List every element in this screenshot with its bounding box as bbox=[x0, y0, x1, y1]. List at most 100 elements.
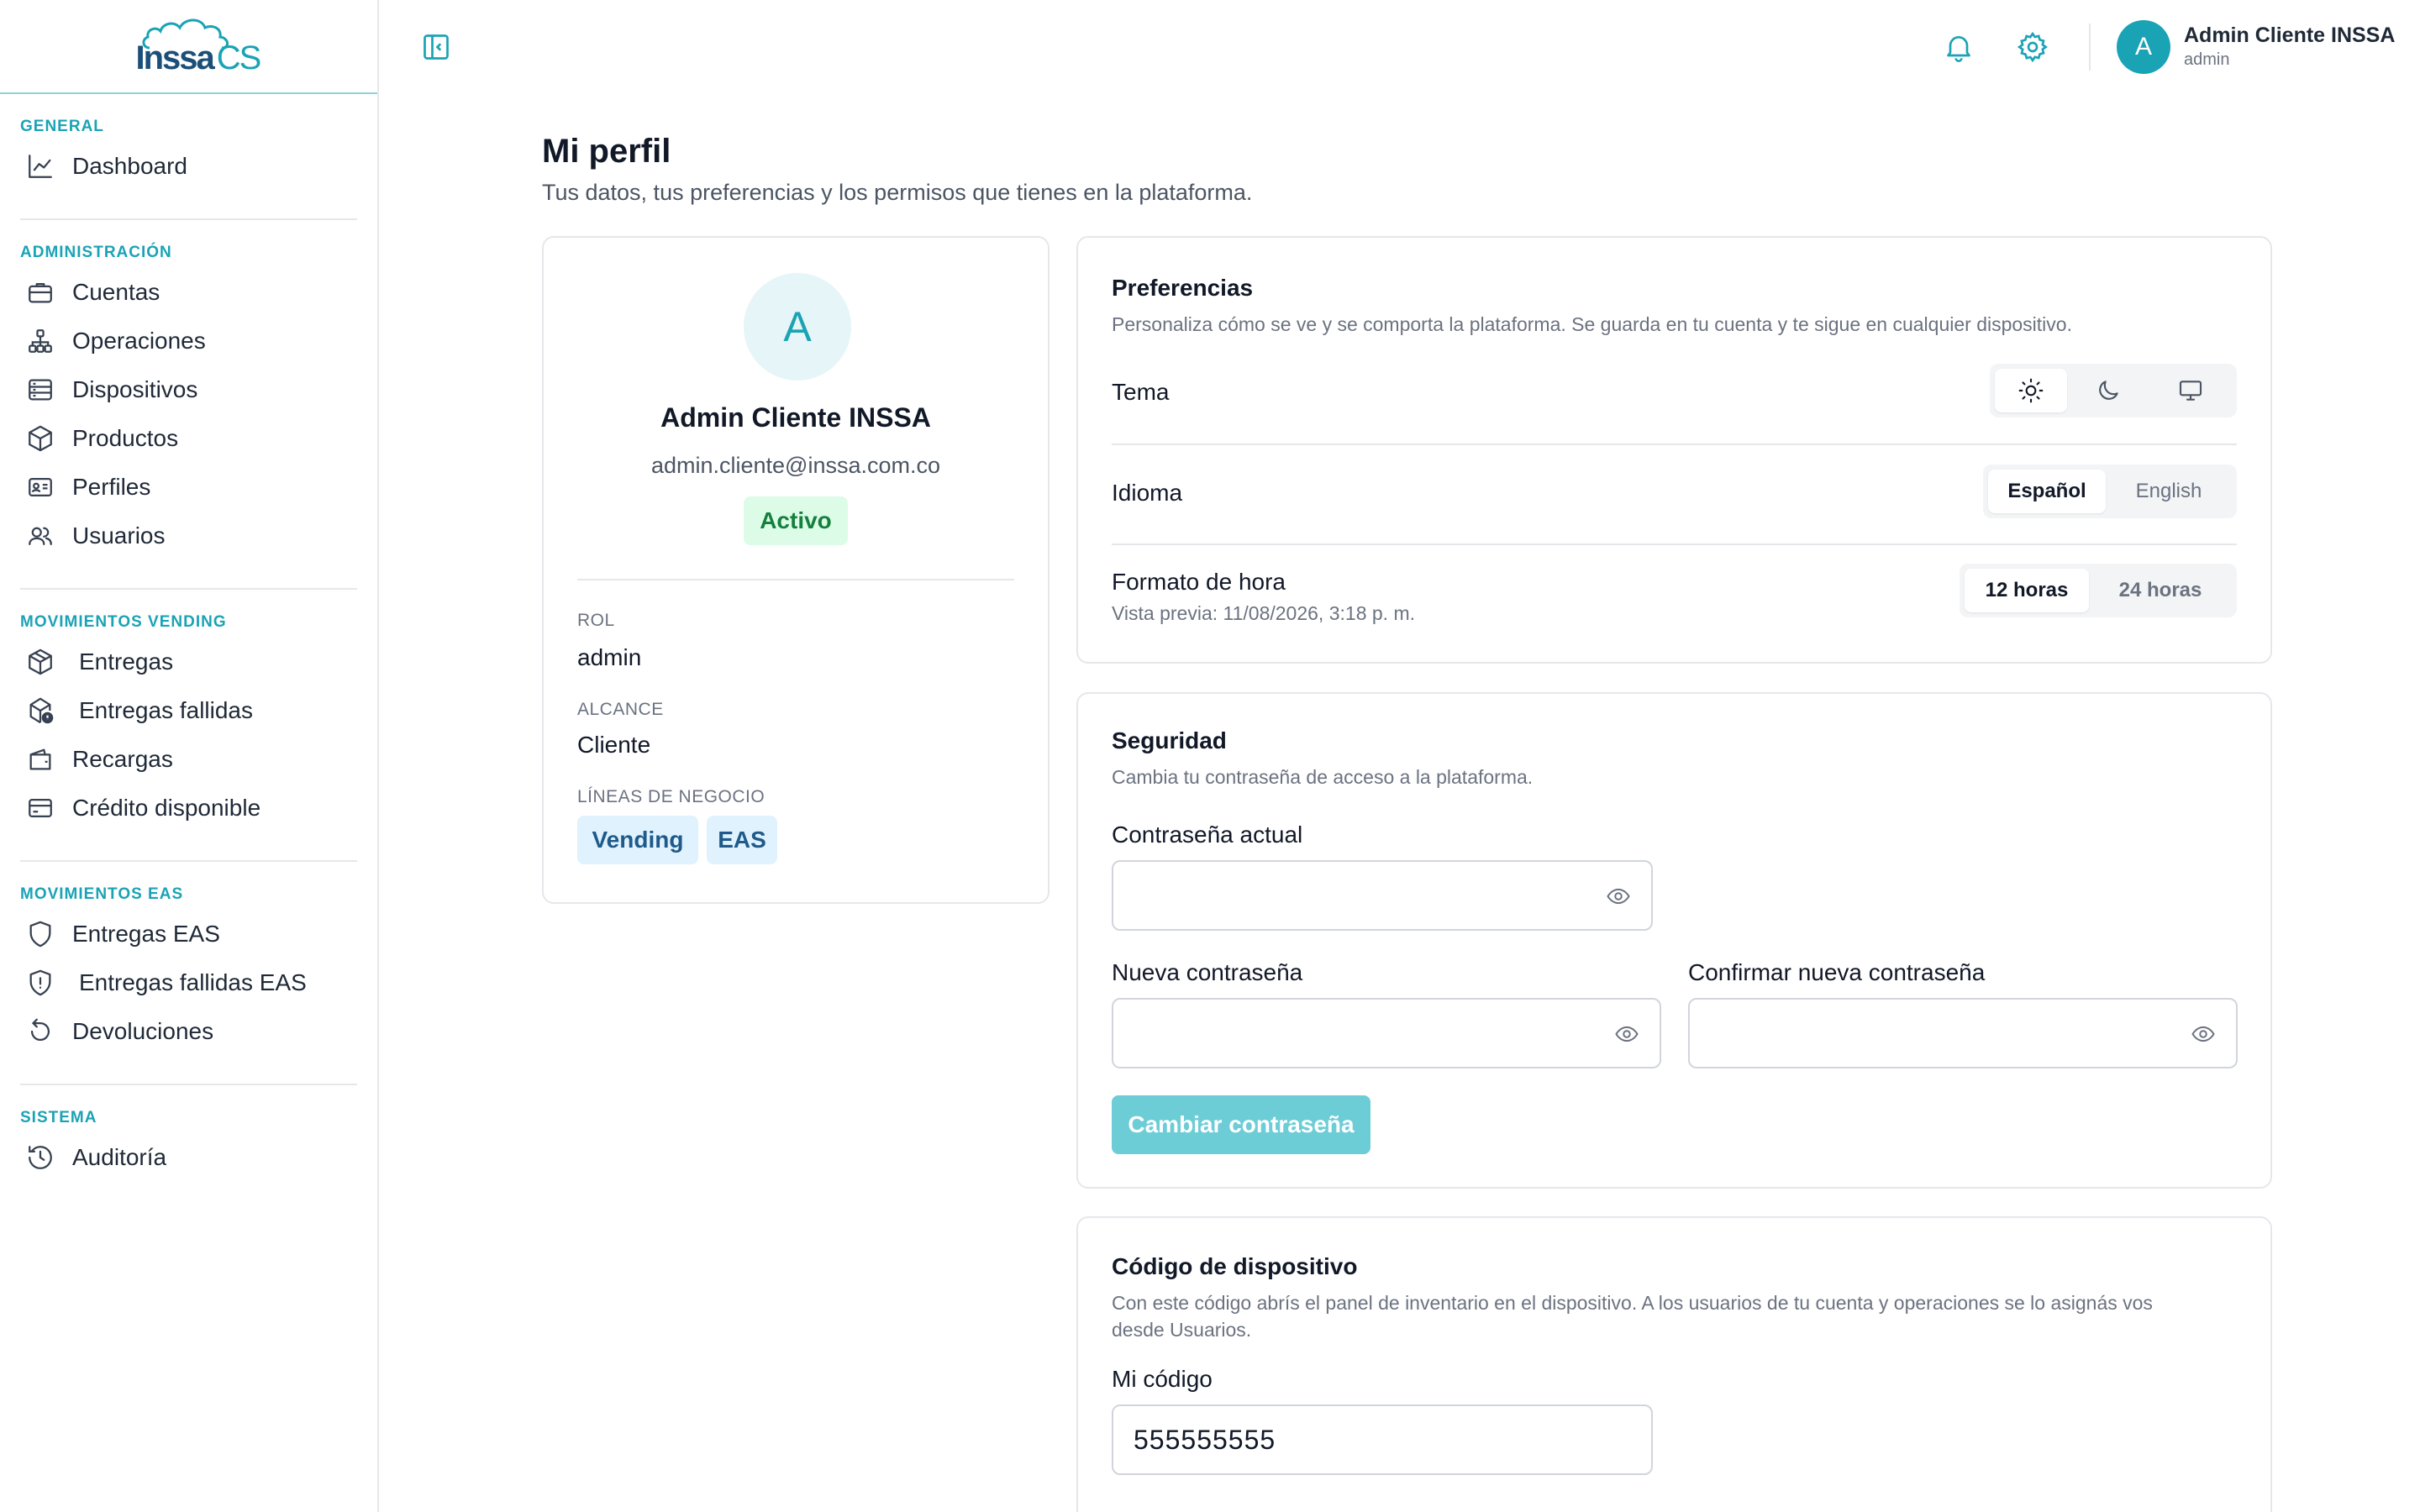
eye-icon[interactable] bbox=[1612, 1021, 1641, 1047]
scope-label: ALCANCE bbox=[577, 700, 664, 719]
confirm-password-input[interactable] bbox=[1688, 998, 2238, 1068]
time-format-selector: 12 horas 24 horas bbox=[1960, 564, 2237, 617]
divider bbox=[1112, 543, 2237, 545]
moon-icon[interactable] bbox=[2067, 369, 2149, 412]
box-icon bbox=[25, 423, 55, 454]
role-label: ROL bbox=[577, 611, 615, 630]
security-subtitle: Cambia tu contraseña de acceso a la plat… bbox=[1112, 766, 1534, 788]
time-format-preview: Vista previa: 11/08/2026, 3:18 p. m. bbox=[1112, 602, 1415, 624]
logo[interactable]: Inssa CS bbox=[134, 14, 261, 78]
confirm-password-label: Confirmar nueva contraseña bbox=[1688, 959, 1986, 985]
preferences-subtitle: Personaliza cómo se ve y se comporta la … bbox=[1112, 313, 2072, 335]
time-option-24h[interactable]: 24 horas bbox=[2089, 569, 2232, 612]
profile-name: Admin Cliente INSSA bbox=[660, 402, 931, 433]
network-icon bbox=[25, 326, 55, 356]
bell-icon[interactable] bbox=[1942, 30, 1975, 64]
sidebar-item-label: Entregas bbox=[79, 648, 174, 675]
sidebar-item-label: Entregas EAS bbox=[72, 921, 220, 947]
eye-icon[interactable] bbox=[2189, 1021, 2217, 1047]
sidebar-item-label: Devoluciones bbox=[72, 1018, 214, 1044]
page-subtitle: Tus datos, tus preferencias y los permis… bbox=[542, 180, 1253, 205]
time-option-12h[interactable]: 12 horas bbox=[1965, 569, 2089, 612]
credit-card-icon bbox=[25, 793, 55, 823]
role-value: admin bbox=[577, 644, 642, 670]
business-lines-label: LÍNEAS DE NEGOCIO bbox=[577, 787, 765, 806]
business-line-chip: Vending bbox=[577, 816, 698, 864]
sidebar-item-auditoria[interactable]: Auditoría bbox=[20, 1124, 357, 1191]
preferences-title: Preferencias bbox=[1112, 275, 1254, 301]
sidebar-item-label: Perfiles bbox=[72, 474, 151, 500]
sidebar-item-label: Entregas fallidas EAS bbox=[79, 969, 307, 995]
device-code-title: Código de dispositivo bbox=[1112, 1253, 1358, 1279]
header-divider bbox=[2089, 24, 2091, 71]
nav-section-sistema: SISTEMA Auditoría bbox=[20, 1085, 357, 1210]
monitor-icon[interactable] bbox=[2149, 369, 2232, 412]
security-card: Seguridad Cambia tu contraseña de acceso… bbox=[1076, 692, 2272, 1189]
sidebar-item-label: Auditoría bbox=[72, 1144, 167, 1170]
device-code-input[interactable]: 555555555 bbox=[1112, 1404, 1653, 1475]
user-name[interactable]: Admin Cliente INSSA bbox=[2184, 24, 2395, 48]
time-format-label: Formato de hora bbox=[1112, 569, 1286, 595]
server-icon bbox=[25, 375, 55, 405]
sidebar-item-dashboard[interactable]: Dashboard bbox=[20, 133, 357, 200]
page-title: Mi perfil bbox=[542, 133, 671, 170]
device-code-value: 555555555 bbox=[1134, 1425, 1276, 1455]
nav-section-administracion: ADMINISTRACIÓN Cuentas Operaciones Dispo… bbox=[20, 220, 357, 590]
my-code-label: Mi código bbox=[1112, 1366, 1213, 1392]
nav-section-movimientos-vending: MOVIMIENTOS VENDING Entregas Entregas fa… bbox=[20, 590, 357, 862]
language-selector: Español English bbox=[1983, 465, 2237, 518]
package-alert-icon bbox=[25, 696, 55, 726]
chart-line-icon bbox=[25, 151, 55, 181]
sidebar-item-usuarios[interactable]: Usuarios bbox=[20, 502, 357, 570]
sidebar-item-label: Dashboard bbox=[72, 153, 187, 179]
users-icon bbox=[25, 521, 55, 551]
id-card-icon bbox=[25, 472, 55, 502]
sidebar-nav: GENERAL Dashboard ADMINISTRACIÓN Cuentas bbox=[0, 94, 377, 1210]
sidebar-item-label: Dispositivos bbox=[72, 376, 198, 402]
sidebar-item-devoluciones[interactable]: Devoluciones bbox=[20, 998, 357, 1065]
current-password-input[interactable] bbox=[1112, 860, 1653, 931]
new-password-input[interactable] bbox=[1112, 998, 1661, 1068]
sidebar-item-label: Cuentas bbox=[72, 279, 160, 305]
wallet-icon bbox=[25, 744, 55, 774]
package-icon bbox=[25, 647, 55, 677]
nav-section-movimientos-eas: MOVIMIENTOS EAS Entregas EAS Entregas fa… bbox=[20, 862, 357, 1085]
eye-icon[interactable] bbox=[1604, 884, 1633, 909]
sidebar-item-label: Operaciones bbox=[72, 328, 206, 354]
preferences-card: Preferencias Personaliza cómo se ve y se… bbox=[1076, 236, 2272, 664]
sidebar-item-credito-disponible[interactable]: Crédito disponible bbox=[20, 774, 357, 842]
profile-card: A Admin Cliente INSSA admin.cliente@inss… bbox=[542, 236, 1050, 904]
profile-email: admin.cliente@inssa.com.co bbox=[650, 453, 941, 478]
theme-label: Tema bbox=[1112, 379, 1170, 405]
undo-icon bbox=[25, 1016, 55, 1047]
status-badge: Activo bbox=[744, 496, 848, 545]
sidebar-item-label: Productos bbox=[72, 425, 179, 451]
language-option-en[interactable]: English bbox=[2106, 470, 2232, 513]
sidebar-item-label: Entregas fallidas bbox=[79, 697, 254, 723]
top-header: A Admin Cliente INSSA admin bbox=[379, 0, 2420, 94]
gear-icon[interactable] bbox=[2016, 30, 2049, 64]
sidebar-item-label: Recargas bbox=[72, 746, 173, 772]
current-password-label: Contraseña actual bbox=[1112, 822, 1303, 848]
theme-selector bbox=[1990, 364, 2237, 417]
change-password-button[interactable]: Cambiar contraseña bbox=[1112, 1095, 1370, 1154]
language-option-es[interactable]: Español bbox=[1988, 470, 2106, 513]
sun-icon[interactable] bbox=[1995, 369, 2067, 412]
sidebar: Inssa CS GENERAL Dashboard ADMINISTRACIÓN… bbox=[0, 0, 379, 1512]
sidebar-toggle-icon[interactable] bbox=[421, 32, 451, 62]
sidebar-item-label: Crédito disponible bbox=[72, 795, 261, 821]
shield-alert-icon bbox=[25, 968, 55, 998]
briefcase-icon bbox=[25, 277, 55, 307]
logo-text: Inssa CS bbox=[135, 39, 262, 76]
shield-icon bbox=[25, 919, 55, 949]
history-icon bbox=[25, 1142, 55, 1173]
new-password-label: Nueva contraseña bbox=[1112, 959, 1303, 985]
avatar[interactable]: A bbox=[2117, 20, 2170, 74]
logo-area: Inssa CS bbox=[0, 0, 377, 94]
device-code-card: Código de dispositivo Con este código ab… bbox=[1076, 1216, 2272, 1512]
sidebar-item-label: Usuarios bbox=[72, 522, 166, 549]
device-code-subtitle-2: desde Usuarios. bbox=[1112, 1319, 1252, 1341]
profile-divider bbox=[577, 579, 1014, 580]
user-role: admin bbox=[2184, 50, 2230, 69]
language-label: Idioma bbox=[1112, 480, 1183, 506]
